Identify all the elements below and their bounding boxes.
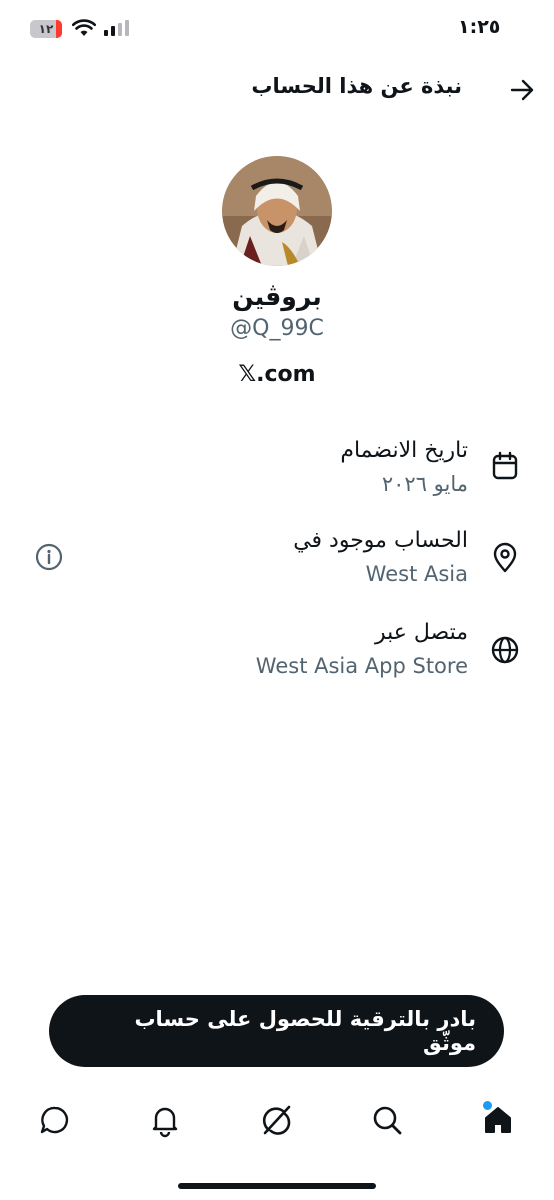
account-location-label: الحساب موجود في	[293, 528, 468, 553]
location-pin-icon	[493, 542, 517, 573]
battery-level: ١٢	[38, 22, 54, 36]
avatar[interactable]	[222, 156, 332, 266]
battery-icon: ١٢	[30, 20, 62, 38]
account-location-value: West Asia	[365, 562, 468, 586]
connected-via-value: West Asia App Store	[255, 654, 468, 678]
upgrade-verified-button[interactable]: بادر بالترقية للحصول على حساب موثّق	[49, 995, 504, 1067]
upgrade-banner-text: بادر بالترقية للحصول على حساب موثّق	[134, 1007, 476, 1055]
notifications-icon[interactable]	[147, 1102, 183, 1138]
home-indicator	[178, 1183, 376, 1189]
info-icon[interactable]	[34, 542, 64, 572]
search-icon[interactable]	[369, 1102, 405, 1138]
page-title: نبذة عن هذا الحساب	[251, 74, 462, 98]
signal-icon	[104, 20, 129, 36]
status-time: ١:٢٥	[458, 16, 501, 38]
grok-icon[interactable]	[258, 1102, 294, 1138]
back-arrow-icon[interactable]	[508, 76, 536, 104]
globe-icon	[491, 636, 519, 664]
join-date-label: تاريخ الانضمام	[340, 438, 468, 463]
connected-via-label: متصل عبر	[374, 620, 468, 645]
username-handle: @Q_99C	[230, 316, 324, 341]
website-link[interactable]: 𝕏.com	[0, 362, 554, 387]
display-name: بروڤين	[232, 282, 322, 311]
home-notification-dot	[483, 1101, 492, 1110]
join-date-value: مايو ٢٠٢٦	[381, 472, 468, 496]
calendar-icon	[492, 451, 518, 480]
wifi-icon	[72, 19, 96, 36]
messages-icon[interactable]	[37, 1102, 73, 1138]
